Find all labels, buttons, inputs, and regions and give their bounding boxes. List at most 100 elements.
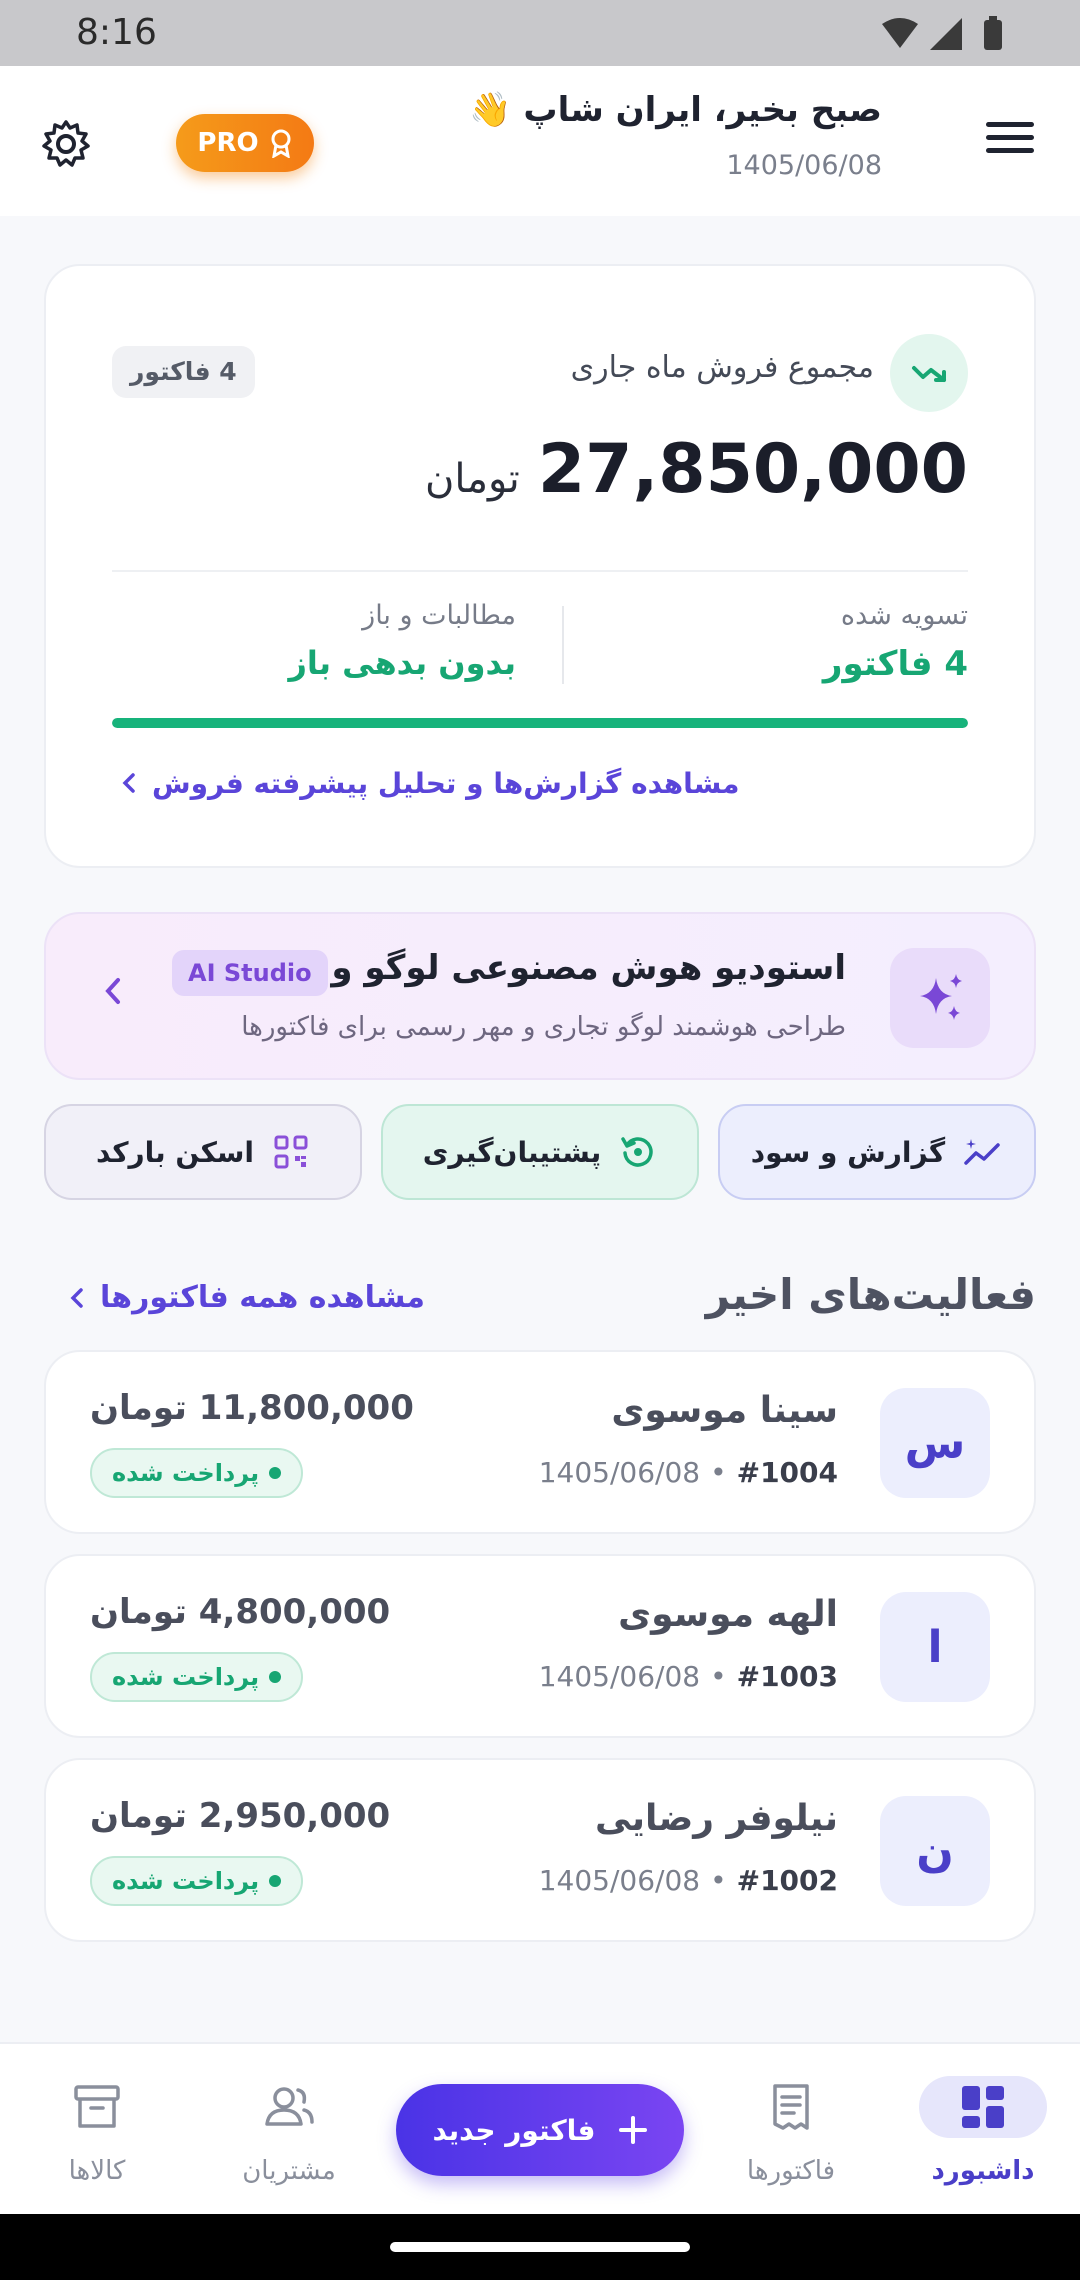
qr-scan-icon <box>274 1135 308 1169</box>
customer-name: الهه موسوی <box>618 1594 838 1635</box>
pro-badge[interactable]: PRO <box>176 114 314 172</box>
new-invoice-button[interactable]: فاکتور جدید <box>396 2084 684 2176</box>
chevron-left-icon <box>122 773 135 793</box>
invoice-card[interactable]: س سینا موسوی 1405/06/08 • #1004 11,800,0… <box>44 1350 1036 1534</box>
status-badge: پرداخت شده <box>90 1652 304 1702</box>
invoice-card[interactable]: ا الهه موسوی 1405/06/08 • #1003 4,800,00… <box>44 1554 1036 1738</box>
invoice-amount: 2,950,000 تومان <box>90 1796 391 1836</box>
nav-invoices[interactable]: فاکتورها <box>716 2076 866 2186</box>
advanced-report-link[interactable]: مشاهده گزارش‌ها و تحلیل پیشرفته فروش <box>122 758 740 808</box>
sales-amount-currency: تومان <box>425 456 520 502</box>
invoice-count-badge: 4 فاکتور <box>112 346 255 398</box>
menu-button[interactable] <box>986 118 1038 158</box>
menu-icon-line <box>986 148 1034 153</box>
sales-summary-card: مجموع فروش ماه جاری 4 فاکتور 27,850,000 … <box>44 264 1036 868</box>
status-dot <box>269 1671 282 1683</box>
gesture-bar <box>0 2214 1080 2280</box>
invoice-card[interactable]: ن نیلوفر رضایی 1405/06/08 • #1002 2,950,… <box>44 1758 1036 1942</box>
status-label: پرداخت شده <box>112 1459 260 1487</box>
status-icons <box>880 16 1020 56</box>
receivables-label: مطالبات و باز <box>362 600 516 631</box>
invoice-number: #1002 <box>736 1864 838 1897</box>
invoice-date: 1405/06/08 <box>538 1456 701 1489</box>
sparkle-icon <box>890 948 990 1048</box>
home-gesture-handle[interactable] <box>390 2242 690 2252</box>
settled-progress-bar <box>112 718 968 728</box>
status-dot <box>269 1467 282 1479</box>
plus-icon <box>618 2116 647 2144</box>
settled-label: تسویه شده <box>840 600 968 631</box>
header-date: 1405/06/08 <box>726 150 882 181</box>
status-dot <box>269 1875 282 1887</box>
status-time: 8:16 <box>76 12 157 53</box>
status-bar: 8:16 <box>0 0 1080 66</box>
meta-separator: • <box>710 1660 727 1693</box>
award-icon <box>271 129 291 158</box>
customer-name: نیلوفر رضایی <box>595 1798 838 1839</box>
report-profit-button[interactable]: گزارش و سود <box>718 1104 1036 1200</box>
status-label: پرداخت شده <box>112 1867 260 1895</box>
report-link-label: مشاهده گزارش‌ها و تحلیل پیشرفته فروش <box>152 766 740 800</box>
customer-avatar: ا <box>880 1592 990 1702</box>
ai-studio-tag: AI Studio <box>172 950 328 996</box>
receipt-icon <box>716 2076 866 2138</box>
invoice-amount: 11,800,000 تومان <box>90 1388 414 1428</box>
customer-name: سینا موسوی <box>611 1390 838 1431</box>
invoice-date: 1405/06/08 <box>538 1660 701 1693</box>
backup-icon <box>621 1137 653 1167</box>
backup-label: پشتیبان‌گیری <box>422 1135 602 1169</box>
report-profit-label: گزارش و سود <box>750 1135 946 1169</box>
nav-products[interactable]: کالاها <box>22 2076 172 2186</box>
settled-value: 4 فاکتور <box>822 644 968 684</box>
meta-separator: • <box>710 1456 727 1489</box>
gear-icon <box>42 120 90 167</box>
backup-button[interactable]: پشتیبان‌گیری <box>381 1104 699 1200</box>
invoice-number: #1003 <box>736 1660 838 1693</box>
nav-customers[interactable]: مشتریان <box>214 2076 364 2186</box>
customer-avatar: س <box>880 1388 990 1498</box>
users-icon <box>214 2076 364 2138</box>
chevron-left-icon <box>105 978 120 1004</box>
progress-fill <box>112 718 968 728</box>
nav-dashboard[interactable]: داشبورد <box>908 2076 1058 2186</box>
app-header: صبح بخیر، ایران شاپ 👋 1405/06/08 PRO <box>0 66 1080 216</box>
chart-sparkle-icon <box>964 1139 1000 1165</box>
view-all-label: مشاهده همه فاکتورها <box>100 1280 425 1315</box>
nav-dashboard-label: داشبورد <box>931 2156 1035 2186</box>
nav-customers-label: مشتریان <box>242 2156 336 2186</box>
recent-activity-title: فعالیت‌های اخیر <box>705 1270 1036 1319</box>
nav-products-label: کالاها <box>68 2156 126 2186</box>
greeting-title: صبح بخیر، ایران شاپ 👋 <box>469 90 882 130</box>
ai-studio-banner[interactable]: استودیو هوش مصنوعی لوگو و مهر AI Studio … <box>44 912 1036 1080</box>
trend-icon <box>890 334 968 412</box>
ai-studio-title: استودیو هوش مصنوعی لوگو و مهر <box>254 948 846 988</box>
ai-studio-subtitle: طراحی هوشمند لوگو تجاری و مهر رسمی برای … <box>241 1012 846 1042</box>
sales-amount-value: 27,850,000 <box>537 430 968 509</box>
meta-separator: • <box>710 1864 727 1897</box>
customer-avatar: ن <box>880 1796 990 1906</box>
stats-divider <box>562 606 564 684</box>
view-all-invoices-link[interactable]: مشاهده همه فاکتورها <box>70 1280 425 1315</box>
invoice-meta: 1405/06/08 • #1003 <box>539 1660 838 1693</box>
archive-box-icon <box>22 2076 172 2138</box>
battery-icon <box>984 20 1002 50</box>
card-divider <box>112 570 968 572</box>
new-invoice-label: فاکتور جدید <box>432 2113 596 2147</box>
receivables-value: بدون بدهی باز <box>288 644 517 682</box>
wifi-icon <box>882 18 918 48</box>
settings-button[interactable] <box>40 118 92 170</box>
invoice-amount: 4,800,000 تومان <box>90 1592 391 1632</box>
status-badge: پرداخت شده <box>90 1856 304 1906</box>
status-badge: پرداخت شده <box>90 1448 304 1498</box>
signal-icon <box>930 18 962 50</box>
barcode-scan-label: اسکن بارکد <box>96 1135 254 1169</box>
barcode-scan-button[interactable]: اسکن بارکد <box>44 1104 362 1200</box>
dashboard-icon <box>919 2076 1047 2138</box>
menu-icon-line <box>986 135 1034 140</box>
pro-label: PRO <box>197 128 259 158</box>
bottom-nav: داشبورد فاکتورها فاکتور جدید مشتریان کال… <box>0 2042 1080 2214</box>
chevron-left-icon <box>70 1287 83 1308</box>
sales-amount: 27,850,000 تومان <box>425 430 968 509</box>
invoice-number: #1004 <box>736 1456 838 1489</box>
status-label: پرداخت شده <box>112 1663 260 1691</box>
